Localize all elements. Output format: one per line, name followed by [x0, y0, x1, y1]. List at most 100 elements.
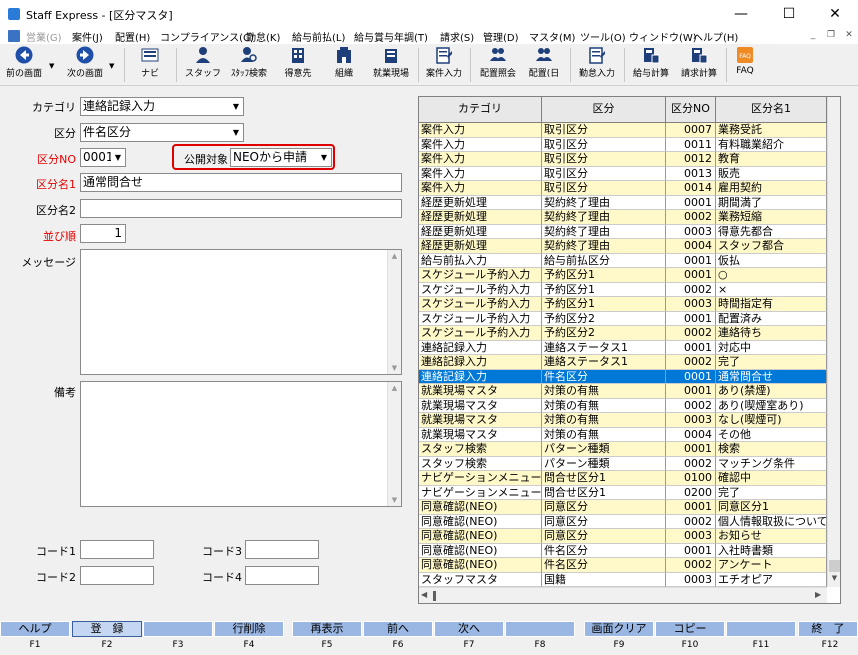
- f3-button[interactable]: [143, 621, 213, 637]
- table-cell[interactable]: 有料職業紹介: [716, 137, 827, 152]
- toolbar-customer-button[interactable]: 得意先: [278, 46, 318, 84]
- table-cell[interactable]: 対策の有無: [542, 398, 666, 413]
- table-cell[interactable]: 0001: [666, 543, 716, 558]
- code1-input[interactable]: [80, 540, 154, 559]
- menu-anken[interactable]: 案件(J): [72, 29, 103, 44]
- chevron-down-icon[interactable]: ▼: [111, 149, 125, 166]
- table-cell[interactable]: スケジュール予約入力: [419, 282, 542, 297]
- table-row[interactable]: スタッフ検索 パターン種類 0001 検索: [419, 442, 827, 457]
- toolbar-worksite-button[interactable]: 就業現場: [368, 46, 414, 84]
- table-cell[interactable]: パターン種類: [542, 456, 666, 471]
- table-cell[interactable]: 経歴更新処理: [419, 239, 542, 254]
- table-cell[interactable]: 連絡記録入力: [419, 369, 542, 384]
- f4-delete-row-button[interactable]: 行削除: [214, 621, 284, 637]
- table-row[interactable]: 就業現場マスタ 対策の有無 0001 あり(禁煙): [419, 384, 827, 399]
- table-cell[interactable]: なし(喫煙可): [716, 413, 827, 428]
- table-row[interactable]: スケジュール予約入力 予約区分1 0002 ×: [419, 282, 827, 297]
- table-cell[interactable]: 給与前払入力: [419, 253, 542, 268]
- table-cell[interactable]: 0013: [666, 166, 716, 181]
- table-cell[interactable]: 0003: [666, 529, 716, 544]
- table-cell[interactable]: 案件入力: [419, 166, 542, 181]
- table-cell[interactable]: 0001: [666, 340, 716, 355]
- table-row[interactable]: 同意確認(NEO) 件名区分 0002 アンケート: [419, 558, 827, 573]
- table-cell[interactable]: 問合せ区分1: [542, 485, 666, 500]
- scroll-right-icon[interactable]: ▶: [815, 590, 821, 599]
- table-cell[interactable]: 経歴更新処理: [419, 195, 542, 210]
- table-cell[interactable]: 連絡記録入力: [419, 355, 542, 370]
- grid-header-kubun[interactable]: 区分: [542, 97, 666, 123]
- table-cell[interactable]: 契約終了理由: [542, 239, 666, 254]
- table-cell[interactable]: スタッフ検索: [419, 442, 542, 457]
- table-cell[interactable]: 同意確認(NEO): [419, 529, 542, 544]
- table-row[interactable]: ナビゲーションメニュー 問合せ区分1 0200 完了: [419, 485, 827, 500]
- scroll-down-icon[interactable]: ▼: [388, 494, 401, 506]
- table-cell[interactable]: 0100: [666, 471, 716, 486]
- table-row[interactable]: スケジュール予約入力 予約区分1 0001 ○: [419, 268, 827, 283]
- table-row[interactable]: 同意確認(NEO) 同意区分 0003 お知らせ: [419, 529, 827, 544]
- toolbar-payroll-button[interactable]: 給与計算: [628, 46, 674, 84]
- toolbar-faq-button[interactable]: FAQ FAQ: [730, 46, 760, 84]
- toolbar-placement-daily-button[interactable]: 配置(日: [524, 46, 564, 84]
- table-cell[interactable]: 就業現場マスタ: [419, 413, 542, 428]
- f8-button[interactable]: [505, 621, 575, 637]
- toolbar-placement-inquiry-button[interactable]: 配置照会: [474, 46, 522, 84]
- table-cell[interactable]: 0002: [666, 514, 716, 529]
- table-cell[interactable]: ×: [716, 282, 827, 297]
- maximize-button[interactable]: ☐: [766, 0, 812, 28]
- table-cell[interactable]: 業務短縮: [716, 210, 827, 225]
- table-row[interactable]: 給与前払入力 給与前払区分 0001 仮払: [419, 253, 827, 268]
- table-row[interactable]: 同意確認(NEO) 同意区分 0002 個人情報取扱について: [419, 514, 827, 529]
- table-cell[interactable]: 同意確認(NEO): [419, 543, 542, 558]
- grid-header-kubun-no[interactable]: 区分NO: [666, 97, 716, 123]
- table-cell[interactable]: スタッフ検索: [419, 456, 542, 471]
- table-row[interactable]: 経歴更新処理 契約終了理由 0002 業務短縮: [419, 210, 827, 225]
- grid-vertical-scrollbar[interactable]: ▼: [827, 97, 840, 587]
- toolbar-billing-button[interactable]: 請求計算: [676, 46, 722, 84]
- table-cell[interactable]: 配置済み: [716, 311, 827, 326]
- table-cell[interactable]: 取引区分: [542, 137, 666, 152]
- toolbar-case-input-button[interactable]: 案件入力: [422, 46, 466, 84]
- scroll-down-icon[interactable]: ▼: [828, 574, 840, 586]
- table-cell[interactable]: その他: [716, 427, 827, 442]
- table-cell[interactable]: 確認中: [716, 471, 827, 486]
- table-cell[interactable]: 教育: [716, 152, 827, 167]
- table-cell[interactable]: 期間満了: [716, 195, 827, 210]
- table-cell[interactable]: スタッフ都合: [716, 239, 827, 254]
- table-cell[interactable]: 同意区分: [542, 500, 666, 515]
- table-row[interactable]: 同意確認(NEO) 件名区分 0001 入社時書類: [419, 543, 827, 558]
- table-cell[interactable]: 仮払: [716, 253, 827, 268]
- table-cell[interactable]: 0001: [666, 442, 716, 457]
- table-cell[interactable]: 0003: [666, 224, 716, 239]
- table-cell[interactable]: 同意区分: [542, 514, 666, 529]
- minimize-button[interactable]: —: [718, 0, 764, 28]
- table-cell[interactable]: 得意先都合: [716, 224, 827, 239]
- table-cell[interactable]: 契約終了理由: [542, 224, 666, 239]
- table-cell[interactable]: 同意確認(NEO): [419, 500, 542, 515]
- table-row[interactable]: スケジュール予約入力 予約区分2 0002 連絡待ち: [419, 326, 827, 341]
- table-row[interactable]: 就業現場マスタ 対策の有無 0002 あり(喫煙室あり): [419, 398, 827, 413]
- table-cell[interactable]: 対策の有無: [542, 384, 666, 399]
- table-cell[interactable]: 0004: [666, 239, 716, 254]
- table-cell[interactable]: 雇用契約: [716, 181, 827, 196]
- mdi-restore-button[interactable]: ❐: [824, 30, 838, 42]
- table-row[interactable]: 案件入力 取引区分 0011 有料職業紹介: [419, 137, 827, 152]
- table-row-selected[interactable]: 連絡記録入力 件名区分 0001 通常問合せ: [419, 369, 827, 384]
- table-cell[interactable]: 問合せ区分1: [542, 471, 666, 486]
- table-cell[interactable]: 就業現場マスタ: [419, 398, 542, 413]
- menu-window[interactable]: ウィンドウ(W): [629, 29, 697, 44]
- table-cell[interactable]: 案件入力: [419, 152, 542, 167]
- table-cell[interactable]: お知らせ: [716, 529, 827, 544]
- table-cell[interactable]: 件名区分: [542, 369, 666, 384]
- menu-kintai[interactable]: 勤怠(K): [246, 29, 280, 44]
- table-cell[interactable]: 0014: [666, 181, 716, 196]
- table-cell[interactable]: 件名区分: [542, 543, 666, 558]
- table-cell[interactable]: 0007: [666, 123, 716, 138]
- menu-kyuyo-shoyo[interactable]: 給与賞与年調(T): [354, 29, 428, 44]
- f6-previous-button[interactable]: 前へ: [363, 621, 433, 637]
- table-cell[interactable]: マッチング条件: [716, 456, 827, 471]
- toolbar-staff-search-button[interactable]: ｽﾀｯﾌ検索: [226, 46, 272, 84]
- toolbar-attendance-input-button[interactable]: 勤怠入力: [574, 46, 620, 84]
- table-cell[interactable]: 0003: [666, 297, 716, 312]
- mdi-minimize-button[interactable]: _: [806, 30, 820, 42]
- f12-exit-button[interactable]: 終 了: [798, 621, 858, 637]
